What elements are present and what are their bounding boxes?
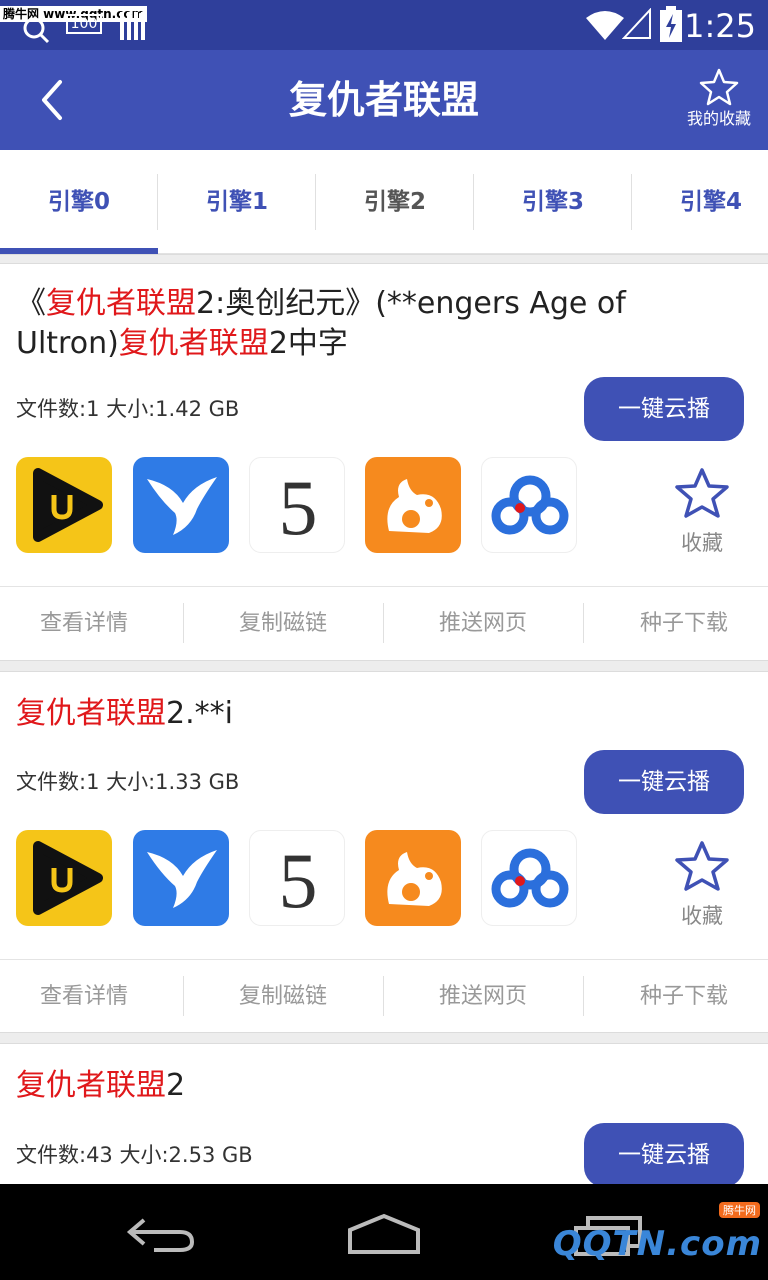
- copy-magnet-button[interactable]: 复制磁链: [187, 960, 379, 1034]
- result-title[interactable]: 复仇者联盟2.**i: [16, 694, 648, 734]
- tab-engine-4[interactable]: 引擎4: [632, 150, 768, 254]
- watermark-logo: QQTN.com: [552, 1224, 762, 1264]
- torrent-download-button[interactable]: 种子下载: [588, 587, 768, 661]
- youku-player-icon[interactable]: [16, 457, 112, 553]
- watermark-small-label: 腾牛网: [719, 1202, 760, 1218]
- player-app-row: 5: [16, 830, 577, 926]
- back-nav-icon[interactable]: [124, 1214, 196, 1258]
- cloud-play-button[interactable]: 一键云播: [584, 377, 744, 441]
- tab-engine-2[interactable]: 引擎2: [316, 150, 474, 254]
- xunlei-bird-icon[interactable]: [133, 457, 229, 553]
- my-favorites-button[interactable]: 我的收藏: [682, 68, 756, 130]
- title-keyword: 复仇者联盟: [16, 696, 166, 731]
- baidu-cloud-icon[interactable]: [481, 457, 577, 553]
- copy-magnet-button[interactable]: 复制磁链: [187, 587, 379, 661]
- title-part: 2.**i: [166, 696, 233, 731]
- action-divider: [183, 976, 184, 1016]
- action-divider: [183, 603, 184, 643]
- player-app-row: 5: [16, 457, 577, 553]
- svg-text:5: 5: [279, 464, 318, 551]
- status-bar: 腾牛网 www.qqtn.com 100 1:25: [0, 0, 768, 50]
- action-divider: [583, 603, 584, 643]
- favorites-label: 我的收藏: [686, 109, 751, 128]
- torrent-download-button[interactable]: 种子下载: [588, 960, 768, 1034]
- youku-player-icon[interactable]: [16, 830, 112, 926]
- title-keyword: 复仇者联盟: [46, 286, 196, 321]
- uc-browser-icon[interactable]: [365, 830, 461, 926]
- title-part: 2: [166, 1068, 186, 1103]
- push-webpage-button[interactable]: 推送网页: [387, 587, 579, 661]
- star-outline-icon: [682, 68, 756, 106]
- title-part: 《: [16, 286, 46, 321]
- view-details-button[interactable]: 查看详情: [0, 960, 180, 1034]
- 5-player-icon[interactable]: 5: [249, 830, 345, 926]
- home-nav-icon[interactable]: [346, 1212, 422, 1260]
- push-webpage-button[interactable]: 推送网页: [387, 960, 579, 1034]
- collect-button[interactable]: 收藏: [674, 467, 730, 557]
- section-gap: [0, 660, 768, 672]
- star-outline-icon: [674, 468, 730, 523]
- cloud-play-button[interactable]: 一键云播: [584, 750, 744, 814]
- result-card: 复仇者联盟2 文件数:43 大小:2.53 GB 一键云播: [0, 1044, 768, 1184]
- collect-label: 收藏: [681, 531, 723, 555]
- tab-engine-0[interactable]: 引擎0: [0, 150, 158, 254]
- title-keyword: 复仇者联盟: [118, 326, 269, 361]
- signal-icon: [621, 7, 652, 44]
- section-gap: [0, 254, 768, 264]
- baidu-cloud-icon[interactable]: [481, 830, 577, 926]
- tab-engine-1[interactable]: 引擎1: [158, 150, 316, 254]
- search-icon: [22, 16, 50, 48]
- action-bar: 查看详情 复制磁链 推送网页 种子下载: [0, 959, 768, 1033]
- wifi-icon: [586, 10, 624, 44]
- action-divider: [583, 976, 584, 1016]
- action-bar: 查看详情 复制磁链 推送网页 种子下载: [0, 586, 768, 660]
- uc-browser-icon[interactable]: [365, 457, 461, 553]
- page-title: 复仇者联盟: [288, 78, 479, 122]
- result-title[interactable]: 复仇者联盟2: [16, 1066, 648, 1106]
- engine-tabs: 引擎0 引擎1 引擎2 引擎3 引擎4: [0, 150, 768, 254]
- file-meta: 文件数:43 大小:2.53 GB: [16, 1143, 253, 1167]
- cloud-play-button[interactable]: 一键云播: [584, 1123, 744, 1184]
- result-card: 复仇者联盟2.**i 文件数:1 大小:1.33 GB 一键云播 5 收藏 查看…: [0, 672, 768, 1032]
- title-part: 2中字: [268, 326, 348, 361]
- star-outline-icon: [674, 841, 730, 896]
- file-meta: 文件数:1 大小:1.33 GB: [16, 770, 240, 794]
- status-time: 1:25: [684, 7, 756, 45]
- app-bar: 复仇者联盟 我的收藏: [0, 50, 768, 150]
- collect-button[interactable]: 收藏: [674, 840, 730, 930]
- title-keyword: 复仇者联盟: [16, 1068, 166, 1103]
- action-divider: [383, 976, 384, 1016]
- battery-charging-icon: [660, 6, 682, 46]
- 5-player-icon[interactable]: 5: [249, 457, 345, 553]
- xunlei-bird-icon[interactable]: [133, 830, 229, 926]
- bars-icon: [120, 12, 146, 44]
- action-divider: [383, 603, 384, 643]
- result-card: 《复仇者联盟2:奥创纪元》(**engers Age of Ultron)复仇者…: [0, 264, 768, 660]
- view-details-button[interactable]: 查看详情: [0, 587, 180, 661]
- section-gap: [0, 1032, 768, 1044]
- svg-text:5: 5: [279, 837, 318, 924]
- tab-engine-3[interactable]: 引擎3: [474, 150, 632, 254]
- system-nav-bar: 腾牛网 QQTN.com: [0, 1184, 768, 1280]
- file-meta: 文件数:1 大小:1.42 GB: [16, 397, 240, 421]
- badge-icon: 100: [66, 14, 102, 34]
- collect-label: 收藏: [681, 904, 723, 928]
- result-title[interactable]: 《复仇者联盟2:奥创纪元》(**engers Age of Ultron)复仇者…: [16, 284, 658, 364]
